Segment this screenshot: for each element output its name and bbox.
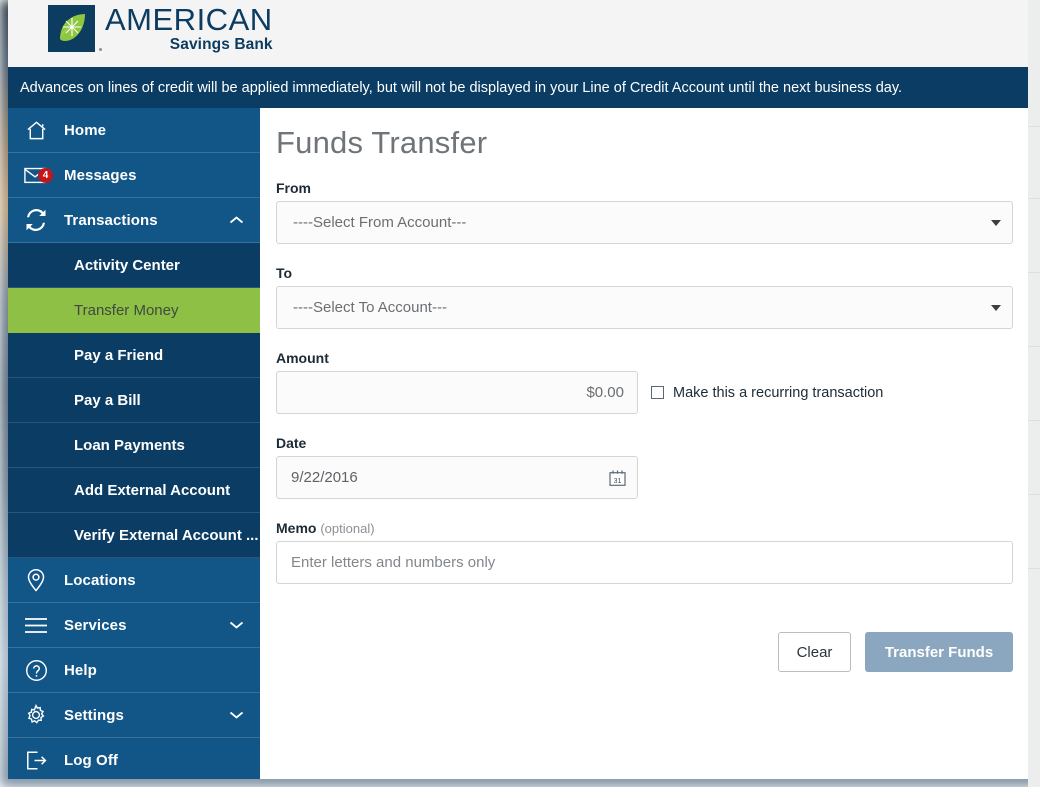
sidebar-item-transactions[interactable]: Transactions [8,198,260,243]
caret-down-icon [991,219,1001,226]
sidebar-subitem-label: Activity Center [74,256,180,274]
chevron-down-icon[interactable] [229,621,244,630]
memo-optional-text: (optional) [320,521,375,536]
from-field-row: From ----Select From Account--- [276,180,1013,244]
envelope-icon: 4 [8,165,64,185]
form-actions: Clear Transfer Funds [778,632,1013,672]
sidebar-subitem-transfer-money[interactable]: Transfer Money [8,288,260,333]
brand-tagline: Savings Bank [169,36,273,53]
sidebar-item-services[interactable]: Services [8,603,260,648]
from-account-select[interactable]: ----Select From Account--- [276,201,1013,244]
sidebar-item-label: Home [64,121,107,139]
sidebar-subitem-add-external-account[interactable]: Add External Account [8,468,260,513]
sidebar-item-locations[interactable]: Locations [8,558,260,603]
sidebar-subitem-label: Pay a Bill [74,391,141,409]
sidebar-nav: Home 4 Messages Transactions Activity Ce… [8,108,260,779]
to-label: To [276,265,293,281]
memo-input[interactable]: Enter letters and numbers only [276,541,1013,584]
hamburger-icon [8,617,64,634]
date-label: Date [276,435,307,451]
alert-banner: Advances on lines of credit will be appl… [8,67,1028,108]
date-input[interactable]: 9/22/2016 31 [276,456,638,499]
alert-banner-text: Advances on lines of credit will be appl… [20,79,903,96]
sidebar-item-log-off[interactable]: Log Off [8,738,260,779]
to-account-select[interactable]: ----Select To Account--- [276,286,1013,329]
amount-label: Amount [276,350,329,366]
calendar-day-number: 31 [614,477,622,484]
date-field-row: Date 9/22/2016 31 [276,435,1013,499]
logout-icon [8,749,64,772]
sidebar-subitem-label: Verify External Account ... [74,526,259,544]
sidebar-subitem-label: Add External Account [74,481,231,499]
map-pin-icon [8,568,64,592]
recurring-checkbox[interactable] [651,386,664,399]
sidebar-subitem-pay-a-friend[interactable]: Pay a Friend [8,333,260,378]
leaf-starburst-icon [48,4,102,52]
page-title: Funds Transfer [276,125,488,160]
sidebar-item-messages[interactable]: 4 Messages [8,153,260,198]
home-icon [8,119,64,142]
transactions-icon [8,208,64,232]
sidebar-item-label: Locations [64,571,136,589]
browser-viewport: AMERICAN Savings Bank Advances on lines … [0,0,1040,787]
sidebar-subitem-loan-payments[interactable]: Loan Payments [8,423,260,468]
amount-value: $0.00 [586,384,624,401]
clear-button[interactable]: Clear [778,632,851,672]
messages-badge: 4 [38,168,53,183]
memo-placeholder: Enter letters and numbers only [291,554,496,571]
amount-input[interactable]: $0.00 [276,371,638,414]
brand-name: AMERICAN [105,2,273,37]
sidebar-subitem-label: Loan Payments [74,436,185,454]
gear-icon [8,703,64,727]
sidebar-item-settings[interactable]: Settings [8,693,260,738]
sidebar-item-label: Transactions [64,211,158,229]
sidebar-item-help[interactable]: Help [8,648,260,693]
background-page-right [1028,0,1040,787]
question-circle-icon [8,659,64,682]
sidebar-subitem-verify-external-account[interactable]: Verify External Account ... [8,513,260,558]
sidebar-subitem-label: Pay a Friend [74,346,164,364]
sidebar-item-home[interactable]: Home [8,108,260,153]
amount-field-row: Amount $0.00 Make this a recurring trans… [276,350,1013,414]
to-field-row: To ----Select To Account--- [276,265,1013,329]
registered-dot-icon [99,47,102,51]
memo-label-text: Memo [276,520,317,536]
date-value: 9/22/2016 [291,469,358,486]
sidebar-item-label: Services [64,616,127,634]
sidebar-subitem-label: Transfer Money [74,301,179,319]
memo-field-row: Memo (optional) Enter letters and number… [276,520,1013,584]
sidebar-item-label: Settings [64,706,124,724]
caret-down-icon [991,304,1001,311]
header-bar: AMERICAN Savings Bank [8,0,1028,68]
sidebar-subitem-activity-center[interactable]: Activity Center [8,243,260,288]
brand-wordmark: AMERICAN Savings Bank [105,4,273,53]
from-label: From [276,180,311,196]
transfer-funds-button[interactable]: Transfer Funds [865,632,1013,672]
sidebar-item-label: Messages [64,166,137,184]
sidebar-subitem-pay-a-bill[interactable]: Pay a Bill [8,378,260,423]
to-account-value: ----Select To Account--- [293,299,447,316]
recurring-checkbox-row[interactable]: Make this a recurring transaction [651,385,883,401]
sidebar-item-label: Log Off [64,751,119,769]
memo-label: Memo (optional) [276,520,1013,536]
main-content: Funds Transfer From ----Select From Acco… [260,108,1028,779]
funds-transfer-form: From ----Select From Account--- To ----S… [276,180,1013,605]
recurring-label: Make this a recurring transaction [673,384,884,401]
from-account-value: ----Select From Account--- [293,214,467,231]
chevron-up-icon[interactable] [229,216,244,225]
brand-logo[interactable]: AMERICAN Savings Bank [48,4,273,53]
chevron-down-icon[interactable] [229,711,244,720]
sidebar-item-label: Help [64,661,97,679]
calendar-icon[interactable]: 31 [609,469,626,486]
